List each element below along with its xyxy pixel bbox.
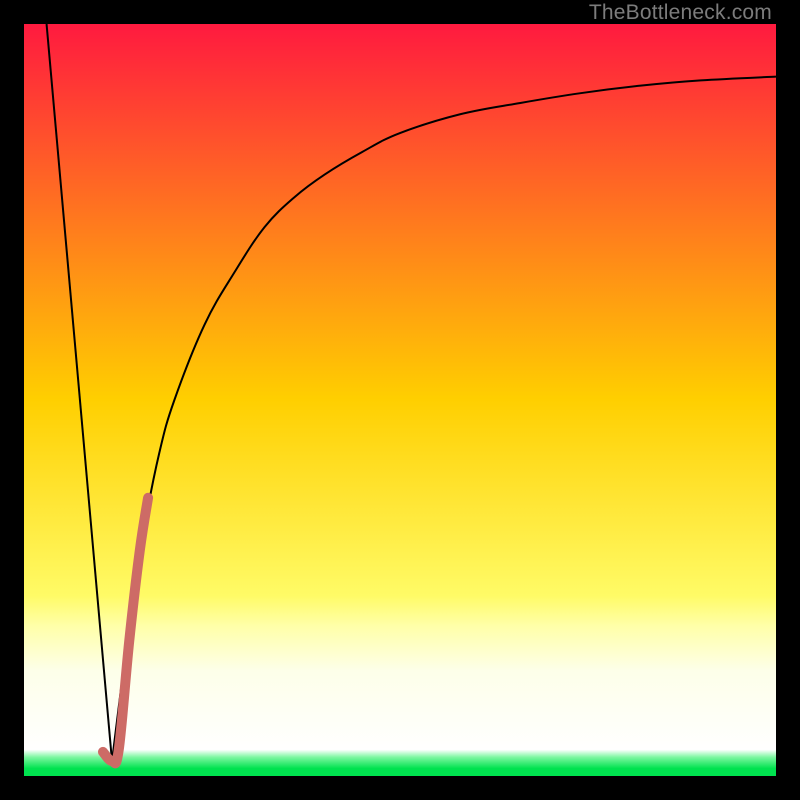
chart-frame: TheBottleneck.com xyxy=(0,0,800,800)
plot-area xyxy=(24,24,776,776)
chart-background xyxy=(24,24,776,776)
watermark-text: TheBottleneck.com xyxy=(589,1,772,25)
chart-svg xyxy=(24,24,776,776)
